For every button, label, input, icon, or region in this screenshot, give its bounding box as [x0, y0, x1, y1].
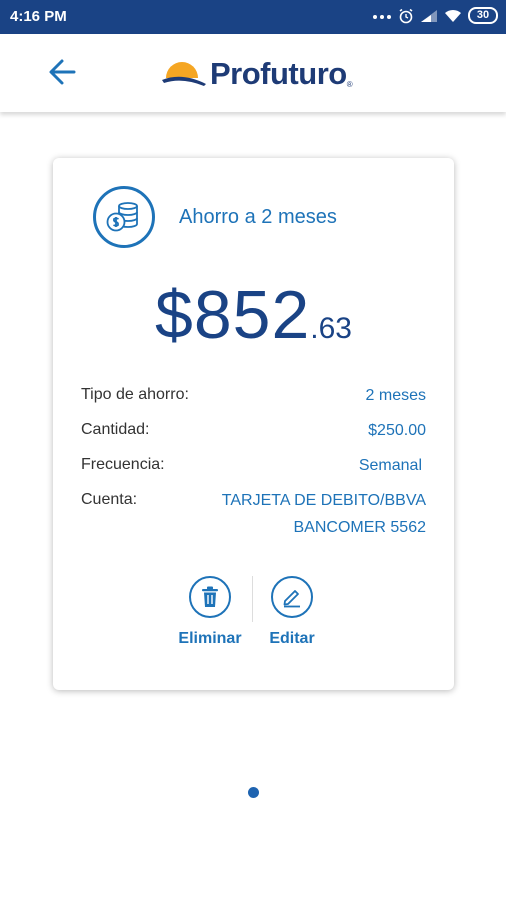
detail-value: Semanal — [358, 457, 422, 474]
detail-label: Cuenta: — [81, 491, 138, 508]
battery-icon: 30 — [468, 7, 498, 24]
detail-value: TARJETA DE DEBITO/BBVA BANCOMER 5562 — [221, 492, 426, 536]
profuturo-logo: Profuturo ® — [160, 54, 353, 94]
back-button[interactable] — [44, 54, 80, 90]
sun-logo-icon — [162, 62, 206, 86]
brand-name: Profuturo — [210, 56, 347, 91]
delete-label: Eliminar — [178, 630, 242, 647]
savings-title: Ahorro a 2 meses — [179, 206, 337, 228]
registered-mark: ® — [346, 79, 353, 89]
edit-button[interactable]: Editar — [247, 576, 337, 648]
more-dots-icon — [372, 12, 392, 20]
edit-circle — [271, 576, 313, 618]
status-bar: 4:16 PM 30 — [0, 0, 506, 34]
trash-icon — [202, 586, 218, 607]
savings-card: Ahorro a 2 meses $852.63 Tipo de ahorro:… — [53, 158, 454, 690]
app-bar: Profuturo ® — [0, 34, 506, 112]
status-time: 4:16 PM — [10, 8, 67, 25]
delete-button[interactable]: Eliminar — [165, 576, 255, 648]
amount-integer: $852 — [155, 277, 311, 353]
detail-value: $250.00 — [368, 422, 426, 439]
pencil-icon — [283, 590, 300, 608]
amount-decimal: .63 — [310, 312, 352, 345]
coins-icon — [93, 186, 155, 248]
savings-amount: $852.63 — [53, 276, 454, 354]
detail-label: Cantidad: — [81, 421, 150, 438]
wifi-icon — [444, 9, 462, 23]
detail-label: Tipo de ahorro: — [81, 386, 189, 403]
detail-label: Frecuencia: — [81, 456, 165, 473]
detail-value: 2 meses — [365, 387, 426, 404]
signal-icon — [420, 9, 438, 23]
alarm-icon — [398, 8, 414, 24]
status-icons: 30 — [372, 7, 498, 24]
page-indicator-dot[interactable] — [248, 787, 259, 798]
delete-circle — [189, 576, 231, 618]
edit-label: Editar — [269, 630, 315, 647]
back-arrow-icon — [49, 59, 76, 85]
